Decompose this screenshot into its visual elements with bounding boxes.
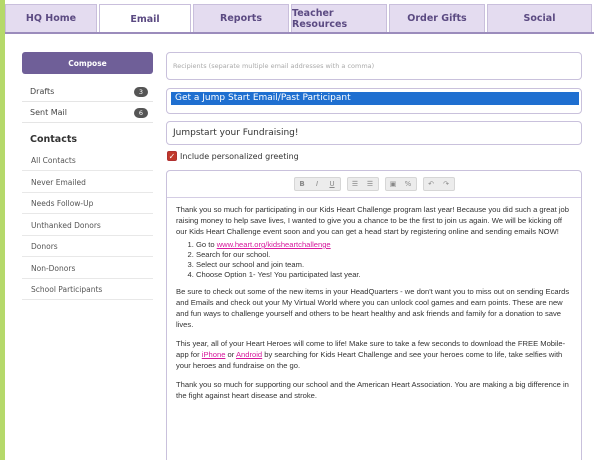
tab-order-gifts[interactable]: Order Gifts bbox=[389, 4, 485, 32]
iphone-link[interactable]: iPhone bbox=[202, 350, 226, 359]
tab-teacher-resources[interactable]: Teacher Resources bbox=[291, 4, 387, 32]
steps-list: Go to www.heart.org/kidsheartchallenge S… bbox=[196, 240, 572, 280]
message-paragraph: Thank you so much for supporting our sch… bbox=[176, 380, 569, 400]
heart-site-link[interactable]: www.heart.org/kidsheartchallenge bbox=[217, 240, 331, 249]
list-item: Go to www.heart.org/kidsheartchallenge bbox=[196, 240, 572, 250]
message-editor[interactable]: B I U ☰ ☰ ▣ % ↶ ↷ Thank you so much for … bbox=[166, 170, 582, 460]
tab-underline bbox=[5, 32, 594, 34]
message-paragraph: Be sure to check out some of the new ite… bbox=[176, 287, 570, 329]
list-item: Search for our school. bbox=[196, 250, 572, 260]
image-icon[interactable]: ▣ bbox=[386, 180, 401, 188]
contact-needs-follow-up[interactable]: Needs Follow-Up bbox=[22, 193, 153, 214]
template-selected-option[interactable]: Get a Jump Start Email/Past Participant bbox=[171, 92, 579, 105]
contact-non-donors[interactable]: Non-Donors bbox=[22, 258, 153, 279]
contact-donors[interactable]: Donors bbox=[22, 236, 153, 257]
sidebar-item-drafts[interactable]: Drafts 3 bbox=[22, 82, 153, 102]
italic-button[interactable]: I bbox=[310, 180, 325, 188]
message-body[interactable]: Thank you so much for participating in o… bbox=[167, 204, 581, 401]
history-group: ↶ ↷ bbox=[422, 177, 455, 191]
template-select[interactable]: Get a Jump Start Email/Past Participant bbox=[166, 88, 582, 114]
subject-input[interactable]: Jumpstart your Fundraising! bbox=[166, 121, 582, 145]
message-paragraph: Thank you so much for participating in o… bbox=[176, 205, 569, 236]
contact-unthanked-donors[interactable]: Unthanked Donors bbox=[22, 215, 153, 236]
unordered-list-icon[interactable]: ☰ bbox=[363, 180, 378, 188]
include-greeting-option[interactable]: ✓ Include personalized greeting bbox=[167, 151, 299, 161]
tab-hq-home[interactable]: HQ Home bbox=[5, 4, 97, 32]
para-text: or bbox=[225, 350, 236, 359]
undo-icon[interactable]: ↶ bbox=[424, 180, 439, 188]
main-nav-tabs: HQ Home Email Reports Teacher Resources … bbox=[5, 4, 594, 34]
contact-all-contacts[interactable]: All Contacts bbox=[22, 150, 153, 171]
message-paragraph: This year, all of your Heart Heroes will… bbox=[176, 338, 572, 371]
contacts-heading: Contacts bbox=[30, 134, 78, 145]
ordered-list-icon[interactable]: ☰ bbox=[348, 180, 363, 188]
underline-button[interactable]: U bbox=[325, 180, 340, 188]
step-text: Go to bbox=[196, 240, 217, 249]
editor-toolbar: B I U ☰ ☰ ▣ % ↶ ↷ bbox=[167, 171, 581, 197]
recipients-input[interactable]: Recipients (separate multiple email addr… bbox=[166, 52, 582, 80]
format-group: B I U bbox=[293, 177, 341, 191]
contact-never-emailed[interactable]: Never Emailed bbox=[22, 172, 153, 193]
sidebar-item-label: Drafts bbox=[30, 87, 55, 96]
tab-email[interactable]: Email bbox=[99, 4, 191, 34]
left-accent-stripe bbox=[0, 0, 5, 460]
redo-icon[interactable]: ↷ bbox=[439, 180, 454, 188]
insert-group: ▣ % bbox=[384, 177, 417, 191]
drafts-count-badge: 3 bbox=[133, 86, 148, 97]
include-greeting-label: Include personalized greeting bbox=[180, 151, 299, 161]
sidebar-item-label: Sent Mail bbox=[30, 108, 67, 117]
include-greeting-checkbox[interactable]: ✓ bbox=[167, 151, 177, 161]
toolbar-divider bbox=[167, 197, 581, 198]
sent-count-badge: 6 bbox=[133, 107, 148, 118]
bold-button[interactable]: B bbox=[295, 180, 310, 188]
link-icon[interactable]: % bbox=[401, 180, 416, 188]
contact-school-participants[interactable]: School Participants bbox=[22, 279, 153, 300]
compose-button[interactable]: Compose bbox=[22, 52, 153, 74]
list-item: Select our school and join team. bbox=[196, 260, 572, 270]
tab-social[interactable]: Social bbox=[487, 4, 592, 32]
tab-reports[interactable]: Reports bbox=[193, 4, 289, 32]
sidebar-item-sent-mail[interactable]: Sent Mail 6 bbox=[22, 103, 153, 123]
android-link[interactable]: Android bbox=[236, 350, 262, 359]
list-group: ☰ ☰ bbox=[346, 177, 379, 191]
list-item: Choose Option 1- Yes! You participated l… bbox=[196, 270, 572, 280]
